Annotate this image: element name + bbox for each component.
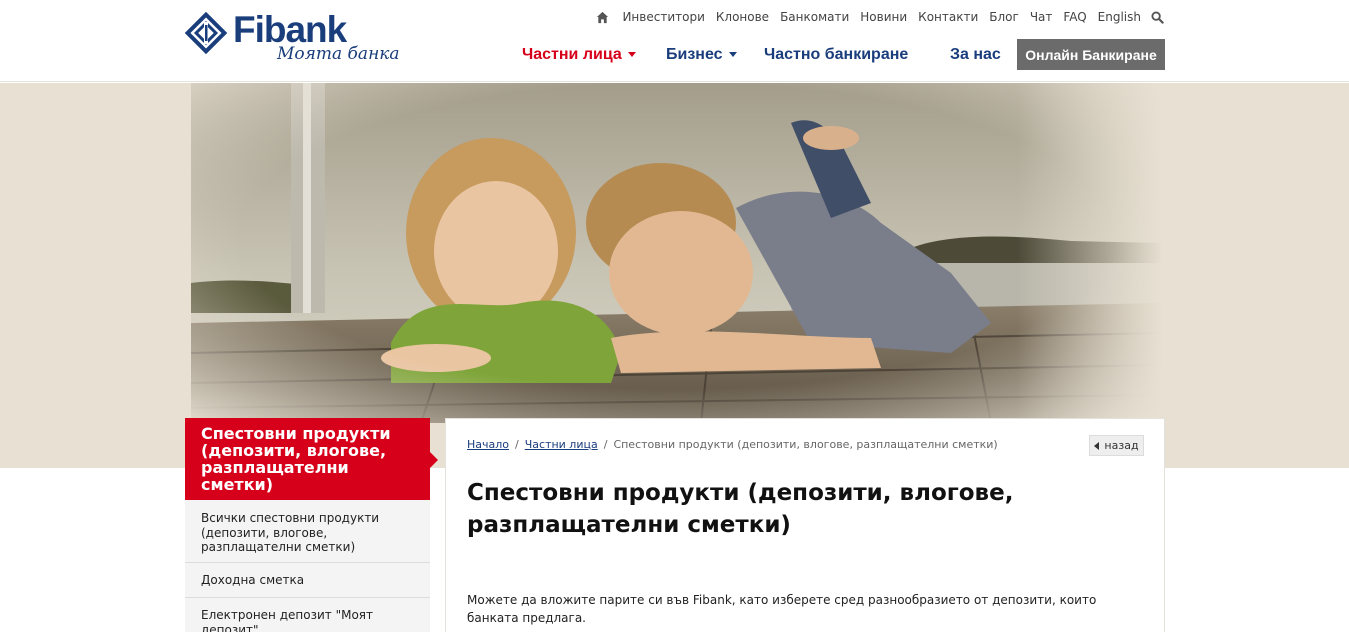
page-title: Спестовни продукти (депозити, влогове, р… <box>467 480 1014 538</box>
nav-private-individuals[interactable]: Частни лица <box>522 46 636 64</box>
link-contacts[interactable]: Контакти <box>918 10 978 24</box>
hero-image <box>191 83 1163 423</box>
main-content: Начало / Частни лица / Спестовни продукт… <box>445 418 1165 632</box>
nav-about-us[interactable]: За нас <box>950 46 1001 64</box>
utility-nav: Инвеститори Клонове Банкомати Новини Кон… <box>596 9 1164 25</box>
link-investors[interactable]: Инвеститори <box>622 10 704 24</box>
nav-private-banking-label: Частно банкиране <box>764 45 909 63</box>
breadcrumb-current: Спестовни продукти (депозити, влогове, р… <box>613 438 998 451</box>
link-news[interactable]: Новини <box>860 10 907 24</box>
nav-about-label: За нас <box>950 45 1001 63</box>
sidebar-heading[interactable]: Спестовни продукти (депозити, влогове, р… <box>185 418 438 500</box>
logo-tagline: Моята банка <box>277 44 400 64</box>
link-faq[interactable]: FAQ <box>1063 10 1086 24</box>
fibank-logo[interactable]: Fibank Моята банка <box>185 10 417 66</box>
home-icon[interactable] <box>596 11 609 24</box>
link-atms[interactable]: Банкомати <box>780 10 849 24</box>
sidebar-item-income-account[interactable]: Доходна сметка <box>185 563 430 598</box>
sidebar-item-all-savings[interactable]: Всички спестовни продукти (депозити, вло… <box>185 500 430 563</box>
sidebar-item-e-deposit[interactable]: Електронен депозит "Моят депозит" <box>185 598 430 632</box>
back-arrow-icon <box>1094 441 1100 450</box>
chevron-down-icon <box>728 52 737 57</box>
link-chat[interactable]: Чат <box>1030 10 1053 24</box>
link-blog[interactable]: Блог <box>989 10 1019 24</box>
fibank-emblem-icon <box>185 12 227 54</box>
online-banking-button[interactable]: Онлайн Банкиране <box>1017 39 1165 70</box>
section-sidebar: Спестовни продукти (депозити, влогове, р… <box>185 418 438 632</box>
breadcrumb-separator: / <box>603 438 608 451</box>
site-header: Fibank Моята банка Инвеститори Клонове Б… <box>0 0 1349 82</box>
back-button-label: назад <box>1104 439 1139 452</box>
breadcrumb: Начало / Частни лица / Спестовни продукт… <box>467 438 998 451</box>
nav-business[interactable]: Бизнес <box>666 46 737 64</box>
intro-paragraph: Можете да вложите парите си във Fibank, … <box>467 593 1097 625</box>
search-icon[interactable] <box>1151 10 1164 24</box>
breadcrumb-separator: / <box>515 438 519 451</box>
back-button[interactable]: назад <box>1089 435 1144 456</box>
nav-business-label: Бизнес <box>666 45 723 63</box>
link-english[interactable]: English <box>1098 10 1141 24</box>
link-branches[interactable]: Клонове <box>716 10 769 24</box>
chevron-down-icon <box>627 52 636 57</box>
nav-private-label: Частни лица <box>522 45 622 63</box>
breadcrumb-private[interactable]: Частни лица <box>525 438 598 451</box>
breadcrumb-home[interactable]: Начало <box>467 438 509 451</box>
nav-private-banking[interactable]: Частно банкиране <box>764 46 908 64</box>
